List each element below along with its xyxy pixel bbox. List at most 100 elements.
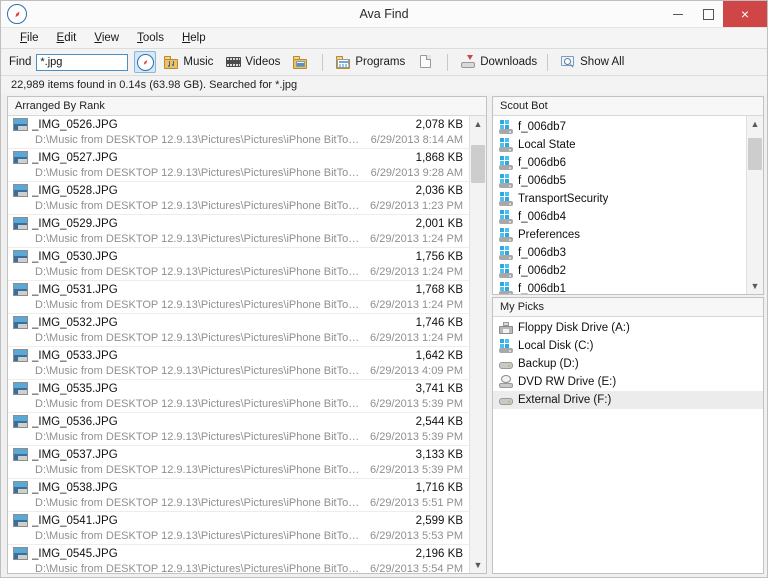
table-row[interactable]: _IMG_0531.JPG 1,768 KB D:\Music from DESKT… [8,281,469,314]
image-file-icon [13,448,28,461]
scout-scroll-thumb[interactable] [748,137,762,170]
my-picks-list[interactable]: Floppy Disk Drive (A:) Local Disk (C:) Bac… [493,317,763,573]
scroll-up-icon[interactable]: ▲ [470,116,486,132]
file-db-icon [499,210,514,224]
file-row-secondary: D:\Music from DESKTOP 12.9.13\Pictures\P… [8,396,469,411]
results-scroll-track[interactable] [470,132,486,557]
table-row[interactable]: _IMG_0532.JPG 1,746 KB D:\Music from DESKT… [8,314,469,347]
list-item[interactable]: Preferences [493,226,746,244]
compass-arrow-icon [136,53,154,71]
toolbar-button-label: Programs [355,56,406,68]
list-item[interactable]: Backup (D:) [493,355,763,373]
list-item[interactable]: f_006db2 [493,262,746,280]
toolbar-button-show-all[interactable]: Show All [556,51,629,73]
table-row[interactable]: _IMG_0529.JPG 2,001 KB D:\Music from DESKT… [8,215,469,248]
search-go-button[interactable] [134,51,157,73]
list-item[interactable]: f_006db4 [493,208,746,226]
list-item[interactable]: DVD RW Drive (E:) [493,373,763,391]
list-item[interactable]: f_006db5 [493,172,746,190]
menu-item-view[interactable]: View [85,28,128,48]
table-row[interactable]: _IMG_0536.JPG 2,544 KB D:\Music from DESKT… [8,413,469,446]
file-path: D:\Music from DESKTOP 12.9.13\Pictures\P… [35,199,363,212]
scroll-down-icon[interactable]: ▼ [747,278,763,294]
search-input[interactable] [36,53,129,71]
scout-scroll-track[interactable] [747,132,763,278]
list-item[interactable]: Local State [493,136,746,154]
list-item[interactable]: Floppy Disk Drive (A:) [493,319,763,337]
list-item-label: DVD RW Drive (E:) [518,376,617,388]
scout-bot-scrollbar[interactable]: ▲ ▼ [746,116,763,294]
table-row[interactable]: _IMG_0530.JPG 1,756 KB D:\Music from DESKT… [8,248,469,281]
menu-item-edit[interactable]: Edit [48,28,86,48]
list-item[interactable]: f_006db3 [493,244,746,262]
menu-item-help[interactable]: Help [173,28,215,48]
table-row[interactable]: _IMG_0538.JPG 1,716 KB D:\Music from DESKT… [8,479,469,512]
list-item[interactable]: f_006db6 [493,154,746,172]
title-bar: Ava Find × [1,1,767,28]
file-date: 6/29/2013 1:24 PM [370,265,463,278]
toolbar-button-music[interactable]: Music [159,51,218,73]
toolbar-button-videos[interactable]: Videos [221,51,285,73]
table-row[interactable]: _IMG_0527.JPG 1,868 KB D:\Music from DESKT… [8,149,469,182]
image-file-icon [13,547,28,560]
image-file-icon [13,382,28,395]
results-scrollbar[interactable]: ▲ ▼ [469,116,486,573]
file-path: D:\Music from DESKTOP 12.9.13\Pictures\P… [35,364,363,377]
table-row[interactable]: _IMG_0541.JPG 2,599 KB D:\Music from DESKT… [8,512,469,545]
toolbar-button-pictures[interactable] [288,51,317,73]
file-row-secondary: D:\Music from DESKTOP 12.9.13\Pictures\P… [8,297,469,312]
file-path: D:\Music from DESKTOP 12.9.13\Pictures\P… [35,232,363,245]
file-row-secondary: D:\Music from DESKTOP 12.9.13\Pictures\P… [8,264,469,279]
scout-bot-header: Scout Bot [493,97,763,116]
toolbar-button-downloads[interactable]: Downloads [456,51,542,73]
results-list[interactable]: _IMG_0526.JPG 2,078 KB D:\Music from DESKT… [8,116,469,573]
menu-bar: File Edit View Tools Help [1,28,767,49]
image-file-icon [13,151,28,164]
list-item[interactable]: Local Disk (C:) [493,337,763,355]
table-row[interactable]: _IMG_0533.JPG 1,642 KB D:\Music from DESKT… [8,347,469,380]
menu-item-tools[interactable]: Tools [128,28,173,48]
scroll-down-icon[interactable]: ▼ [470,557,486,573]
file-date: 6/29/2013 1:24 PM [370,232,463,245]
file-size: 1,868 KB [415,151,463,164]
file-row-secondary: D:\Music from DESKTOP 12.9.13\Pictures\P… [8,132,469,147]
menu-item-label: iew [101,32,120,44]
menu-item-label: ools [142,32,164,44]
hard-drive-icon [499,357,514,371]
file-row-secondary: D:\Music from DESKTOP 12.9.13\Pictures\P… [8,429,469,444]
file-row-secondary: D:\Music from DESKTOP 12.9.13\Pictures\P… [8,330,469,345]
list-item-label: TransportSecurity [518,193,609,205]
file-size: 2,001 KB [415,217,463,230]
list-item[interactable]: TransportSecurity [493,190,746,208]
scout-bot-list[interactable]: f_006db7 Local State f_006db6 f_006db5 Trans… [493,116,746,294]
file-row-secondary: D:\Music from DESKTOP 12.9.13\Pictures\P… [8,462,469,477]
minimize-button[interactable] [663,1,693,27]
list-item[interactable]: f_006db7 [493,118,746,136]
table-row[interactable]: _IMG_0528.JPG 2,036 KB D:\Music from DESKT… [8,182,469,215]
file-row-primary: _IMG_0541.JPG 2,599 KB [8,513,469,528]
table-row[interactable]: _IMG_0526.JPG 2,078 KB D:\Music from DESKT… [8,116,469,149]
toolbar-button-documents[interactable] [413,51,442,73]
table-row[interactable]: _IMG_0535.JPG 3,741 KB D:\Music from DESKT… [8,380,469,413]
file-path: D:\Music from DESKTOP 12.9.13\Pictures\P… [35,133,363,146]
scroll-up-icon[interactable]: ▲ [747,116,763,132]
list-item[interactable]: External Drive (F:) [493,391,763,409]
table-row[interactable]: _IMG_0537.JPG 3,133 KB D:\Music from DESKT… [8,446,469,479]
file-row-secondary: D:\Music from DESKTOP 12.9.13\Pictures\P… [8,198,469,213]
list-item[interactable]: f_006db1 [493,280,746,294]
file-date: 6/29/2013 1:23 PM [370,199,463,212]
image-file-icon [13,250,28,263]
menu-item-file[interactable]: File [11,28,48,48]
toolbar-button-programs[interactable]: Programs [331,51,410,73]
image-file-icon [13,514,28,527]
list-item-label: External Drive (F:) [518,394,612,406]
main-content: Arranged By Rank _IMG_0526.JPG 2,078 KB D:… [1,94,767,577]
file-name: _IMG_0530.JPG [32,250,118,263]
file-db-icon [499,138,514,152]
table-row[interactable]: _IMG_0545.JPG 2,196 KB D:\Music from DESKT… [8,545,469,573]
close-button[interactable]: × [723,1,767,27]
maximize-button[interactable] [693,1,723,27]
local-disk-icon [499,339,514,353]
file-path: D:\Music from DESKTOP 12.9.13\Pictures\P… [35,265,363,278]
results-scroll-thumb[interactable] [471,144,485,183]
